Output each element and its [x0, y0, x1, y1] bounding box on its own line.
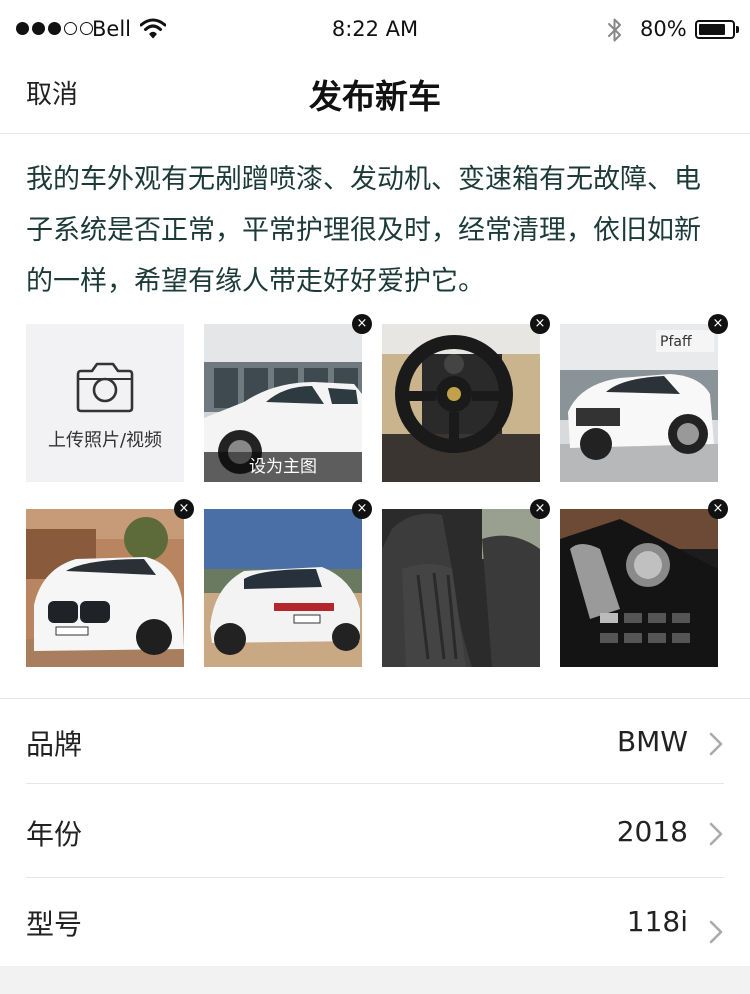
status-bar: Bell 8:22 AM 80%	[0, 0, 750, 60]
bottom-spacer	[0, 966, 750, 994]
divider	[26, 877, 724, 878]
photo-thumbnail[interactable]	[204, 509, 362, 667]
navigation-bar: 取消 发布新车	[0, 60, 750, 134]
battery-percent: 80%	[640, 17, 687, 41]
porsche-steering-wheel-image	[382, 324, 540, 482]
chevron-right-icon	[709, 822, 723, 846]
photo-thumbnail[interactable]	[382, 324, 540, 482]
camera-icon	[76, 362, 134, 413]
year-value: 2018	[616, 815, 688, 848]
chevron-right-icon	[709, 732, 723, 756]
delete-photo-icon[interactable]: ×	[174, 499, 194, 519]
photo-thumbnail[interactable]: 设为主图	[204, 324, 362, 482]
photo-thumbnail[interactable]	[26, 509, 184, 667]
delete-photo-icon[interactable]: ×	[530, 499, 550, 519]
bmw-center-console-image	[560, 509, 718, 667]
chevron-right-icon	[709, 920, 723, 944]
brand-label: 品牌	[26, 728, 83, 761]
set-main-photo-button[interactable]: 设为主图	[204, 452, 362, 482]
black-leather-seat-image	[382, 509, 540, 667]
photo-thumbnail[interactable]	[382, 509, 540, 667]
delete-photo-icon[interactable]: ×	[708, 499, 728, 519]
model-row[interactable]: 型号 118i	[0, 879, 750, 969]
description-text[interactable]: 我的车外观有无剐蹭喷漆、发动机、变速箱有无故障、电子系统是否正常，平常护理很及时…	[26, 154, 716, 307]
white-bmw-x5-front-image	[26, 509, 184, 667]
status-time: 8:22 AM	[331, 17, 419, 41]
upload-label: 上传照片/视频	[47, 430, 163, 451]
brand-value: BMW	[616, 725, 688, 758]
battery-icon	[695, 20, 735, 39]
year-label: 年份	[26, 818, 83, 851]
delete-photo-icon[interactable]: ×	[530, 314, 550, 334]
cancel-button[interactable]: 取消	[26, 74, 78, 111]
battery-tip	[736, 26, 739, 33]
svg-text:Pfaff: Pfaff	[660, 334, 692, 350]
year-row[interactable]: 年份 2018	[0, 789, 750, 879]
delete-photo-icon[interactable]: ×	[352, 499, 372, 519]
bluetooth-icon	[606, 17, 624, 47]
photo-thumbnail[interactable]	[560, 509, 718, 667]
photo-thumbnail[interactable]: Pfaff	[560, 324, 718, 482]
upload-photo-button[interactable]: 上传照片/视频	[26, 324, 184, 482]
divider	[26, 783, 724, 784]
model-value: 118i	[626, 905, 688, 938]
model-label: 型号	[26, 908, 83, 941]
page-title: 发布新车	[309, 77, 441, 116]
white-bmw-x5-rear-image	[204, 509, 362, 667]
white-porsche-macan-image: Pfaff	[560, 324, 718, 482]
brand-row[interactable]: 品牌 BMW	[0, 699, 750, 789]
delete-photo-icon[interactable]: ×	[708, 314, 728, 334]
delete-photo-icon[interactable]: ×	[352, 314, 372, 334]
